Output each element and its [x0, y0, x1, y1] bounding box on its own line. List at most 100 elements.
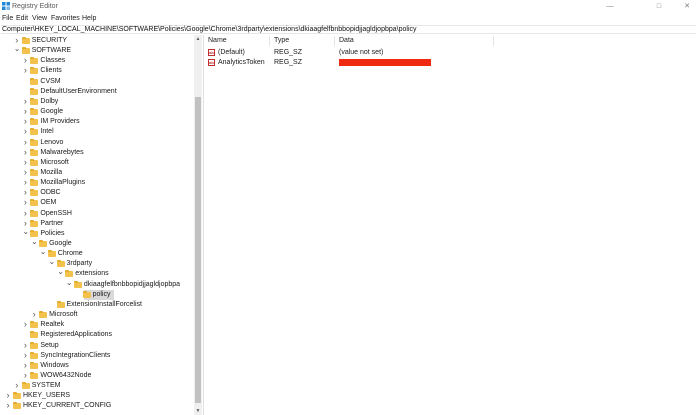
chevron-right-icon[interactable]: ›	[22, 360, 28, 370]
chevron-right-icon[interactable]: ›	[22, 320, 28, 329]
column-separator[interactable]	[334, 36, 335, 46]
tree-item[interactable]: › Realtek	[0, 320, 194, 330]
tree-item[interactable]: › SYSTEM	[0, 381, 194, 391]
tree-item[interactable]: › Mozilla	[0, 167, 194, 178]
value-row-default[interactable]: ab (Default) REG_SZ (value not set)	[204, 48, 697, 58]
tree-item[interactable]: › MozillaPlugins	[0, 178, 194, 188]
chevron-right-icon[interactable]: ›	[22, 96, 28, 106]
chevron-down-icon[interactable]: ⌄	[57, 268, 64, 278]
tree-item[interactable]: ⌄ Policies	[0, 227, 194, 239]
tree-item[interactable]: › Classes	[0, 56, 194, 66]
tree-item[interactable]: › WOW6432Node	[0, 370, 194, 381]
tree-item[interactable]: › ODBC	[0, 188, 194, 198]
tree-item[interactable]: ⌄ 3rdparty	[0, 258, 194, 269]
close-button[interactable]: ✕	[680, 2, 694, 11]
chevron-right-icon[interactable]: ›	[14, 381, 20, 390]
folder-icon	[30, 209, 39, 217]
menu-view[interactable]: View	[32, 15, 47, 22]
chevron-right-icon[interactable]: ›	[22, 107, 28, 116]
chevron-right-icon[interactable]: ›	[22, 66, 28, 75]
folder-icon	[56, 300, 65, 308]
tree-item-label: Intel	[40, 128, 54, 136]
tree-item-label: SYSTEM	[31, 382, 61, 390]
column-header-data[interactable]: Data	[339, 37, 354, 47]
chevron-right-icon[interactable]: ›	[22, 340, 28, 350]
tree-item[interactable]: › HKEY_USERS	[0, 391, 194, 401]
chevron-right-icon[interactable]: ›	[5, 401, 11, 410]
tree-item-label: Lenovo	[40, 138, 64, 146]
tree-item[interactable]: › Lenovo	[0, 137, 194, 148]
chevron-right-icon[interactable]: ›	[22, 117, 28, 126]
tree-item-label: MozillaPlugins	[40, 179, 86, 187]
tree-item[interactable]: › OpenSSH	[0, 208, 194, 219]
tree-item[interactable]: › HKEY_CURRENT_CONFIG	[0, 401, 194, 411]
menu-file[interactable]: File	[2, 15, 13, 22]
value-data: (value not set)	[339, 49, 384, 56]
chevron-down-icon[interactable]: ⌄	[14, 45, 21, 55]
tree-item[interactable]: › Partner	[0, 218, 194, 229]
tree-item[interactable]: › OEM	[0, 198, 194, 208]
tree-item[interactable]: › IM Providers	[0, 117, 194, 127]
tree-item[interactable]: › Windows	[0, 360, 194, 371]
folder-icon	[21, 37, 30, 44]
tree-item[interactable]: › Google	[0, 107, 194, 117]
column-separator[interactable]	[269, 36, 270, 46]
chevron-right-icon[interactable]: ›	[22, 350, 28, 360]
tree-item[interactable]: › Clients	[0, 66, 194, 76]
minimize-button[interactable]: —	[603, 2, 617, 11]
tree-item-label: DefaultUserEnvironment	[40, 87, 117, 95]
chevron-right-icon[interactable]: ›	[5, 391, 11, 400]
tree-item[interactable]: › Dolby	[0, 96, 194, 107]
tree-item[interactable]: ExtensionInstallForcelist	[0, 300, 194, 310]
menu-help[interactable]: Help	[82, 15, 96, 22]
scroll-up-icon[interactable]: ▲	[194, 35, 202, 43]
value-row-analytics-token[interactable]: ab AnalyticsToken REG_SZ	[204, 58, 697, 68]
chevron-right-icon[interactable]: ›	[22, 127, 28, 136]
column-header-type[interactable]: Type	[274, 37, 289, 47]
chevron-right-icon[interactable]: ›	[31, 310, 37, 319]
chevron-right-icon[interactable]: ›	[22, 147, 28, 157]
scroll-down-icon[interactable]: ▼	[194, 407, 202, 415]
chevron-down-icon[interactable]: ⌄	[49, 258, 56, 268]
tree-item[interactable]: policy	[0, 289, 194, 300]
chevron-right-icon[interactable]: ›	[22, 198, 28, 207]
column-header-name[interactable]: Name	[208, 37, 227, 47]
tree-item[interactable]: › Intel	[0, 127, 194, 137]
tree-item[interactable]: ⌄ extensions	[0, 268, 194, 279]
tree-item[interactable]: ⌄ Google	[0, 238, 194, 249]
maximize-button[interactable]: □	[652, 2, 666, 11]
chevron-right-icon[interactable]: ›	[22, 167, 28, 177]
tree-item[interactable]: ⌄ dkiaagfelfbnbbopidjjagldjopbpa	[0, 278, 194, 290]
chevron-down-icon[interactable]: ⌄	[40, 248, 47, 258]
tree-item[interactable]: CVSM	[0, 77, 194, 87]
chevron-right-icon[interactable]: ›	[22, 56, 28, 65]
tree-item[interactable]: › SyncIntegrationClients	[0, 350, 194, 361]
tree-item[interactable]: › Setup	[0, 340, 194, 351]
tree-item[interactable]: DefaultUserEnvironment	[0, 87, 194, 97]
chevron-right-icon[interactable]: ›	[22, 178, 28, 187]
chevron-down-icon[interactable]: ⌄	[31, 238, 38, 248]
tree-item[interactable]: › Malwarebytes	[0, 147, 194, 158]
address-bar[interactable]: Computer\HKEY_LOCAL_MACHINE\SOFTWARE\Pol…	[1, 25, 696, 34]
chevron-right-icon[interactable]: ›	[22, 137, 28, 147]
tree-item[interactable]: ⌄ SOFTWARE	[0, 45, 194, 56]
tree-scrollbar[interactable]: ▲ ▼	[194, 35, 202, 415]
folder-icon	[30, 158, 39, 166]
chevron-right-icon[interactable]: ›	[22, 208, 28, 218]
menu-edit[interactable]: Edit	[16, 15, 28, 22]
chevron-down-icon[interactable]: ⌄	[22, 227, 29, 238]
chevron-right-icon[interactable]: ›	[22, 188, 28, 197]
folder-icon	[30, 199, 39, 207]
chevron-right-icon[interactable]: ›	[22, 370, 28, 380]
column-separator[interactable]	[493, 36, 494, 46]
tree-item[interactable]: › Microsoft	[0, 310, 194, 320]
tree-item[interactable]: RegisteredApplications	[0, 330, 194, 340]
tree-item[interactable]: › Microsoft	[0, 157, 194, 168]
folder-icon	[30, 219, 39, 227]
chevron-right-icon[interactable]: ›	[22, 157, 28, 167]
chevron-down-icon[interactable]: ⌄	[66, 278, 73, 289]
tree-item[interactable]: › SECURITY	[0, 36, 194, 46]
menu-favorites[interactable]: Favorites	[51, 15, 80, 22]
tree-item[interactable]: ⌄ Chrome	[0, 248, 194, 259]
scroll-thumb[interactable]	[195, 97, 201, 403]
